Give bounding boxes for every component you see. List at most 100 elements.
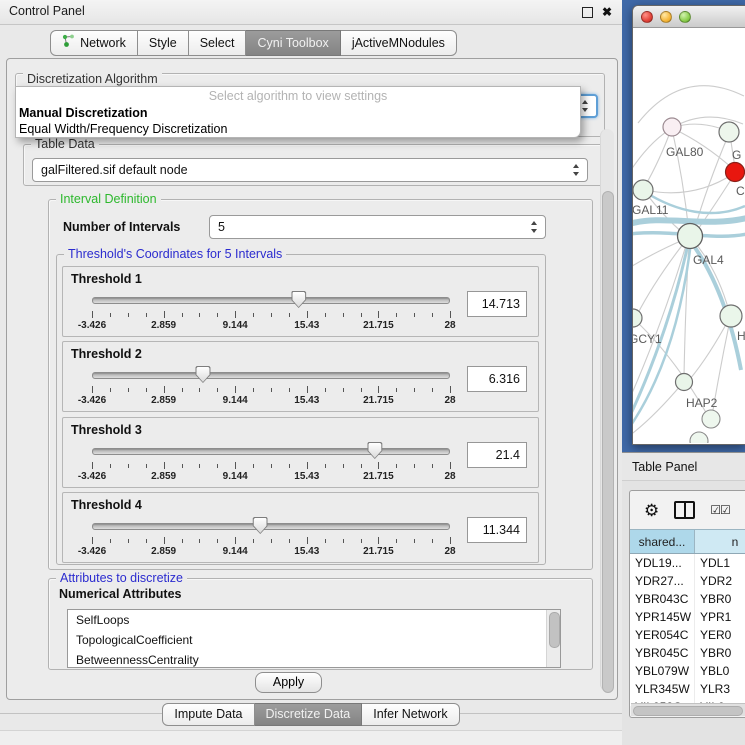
- list-scrollbar[interactable]: [546, 610, 560, 667]
- node[interactable]: [719, 122, 739, 142]
- node-gal11[interactable]: [633, 180, 653, 200]
- float-window-icon[interactable]: [582, 7, 593, 18]
- node-hap2[interactable]: [676, 374, 693, 391]
- list-item[interactable]: TopologicalCoefficient: [68, 630, 560, 650]
- table-cell-shared-name[interactable]: YER054C: [630, 626, 695, 644]
- slider-track[interactable]: [92, 372, 450, 379]
- node-label-partial-h: H: [737, 329, 745, 343]
- table-cell-name[interactable]: YBR0: [695, 644, 745, 662]
- node[interactable]: [702, 410, 720, 428]
- tab-label: Network: [80, 36, 126, 51]
- network-canvas[interactable]: GAL80 G C GAL11 GAL4 GCY1 H HAP2: [633, 28, 745, 444]
- list-item[interactable]: SelfLoops: [68, 610, 560, 630]
- table-row[interactable]: YPR145W YPR1: [630, 608, 745, 626]
- table-cell-shared-name[interactable]: YLR345W: [630, 680, 695, 698]
- panel-scrollbar-thumb[interactable]: [602, 191, 614, 693]
- slider-track[interactable]: [92, 523, 450, 530]
- table-row[interactable]: YBR043C YBR0: [630, 590, 745, 608]
- table-row[interactable]: YLR345W YLR3: [630, 680, 745, 698]
- column-header-name[interactable]: n: [695, 530, 745, 553]
- attributes-to-discretize-group: Attributes to discretize Numerical Attri…: [48, 578, 593, 670]
- table-row[interactable]: YDR27... YDR2: [630, 572, 745, 590]
- list-item[interactable]: BetweennessCentrality: [68, 650, 560, 668]
- threshold-value-field[interactable]: 6.316: [467, 366, 527, 392]
- table-row[interactable]: YBR045C YBR0: [630, 644, 745, 662]
- table-cell-shared-name[interactable]: YBR045C: [630, 644, 695, 662]
- table-cell-shared-name[interactable]: YBL079W: [630, 662, 695, 680]
- table-cell-name[interactable]: YDL1: [695, 554, 745, 572]
- number-of-intervals-combobox[interactable]: 5: [209, 215, 546, 239]
- table-cell-name[interactable]: YER0: [695, 626, 745, 644]
- tab-impute-data[interactable]: Impute Data: [162, 703, 254, 726]
- network-window-titlebar[interactable]: [633, 6, 745, 28]
- apply-button[interactable]: Apply: [255, 672, 322, 693]
- slider-thumb[interactable]: [367, 442, 382, 459]
- zoom-traffic-light-icon[interactable]: [679, 11, 691, 23]
- split-pane-icon[interactable]: [674, 501, 695, 519]
- table-row[interactable]: YER054C YER0: [630, 626, 745, 644]
- table-panel-title: Table Panel: [632, 460, 697, 474]
- threshold-value-field[interactable]: 21.4: [467, 442, 527, 468]
- tick-mark: [253, 313, 254, 317]
- list-scrollbar-thumb[interactable]: [549, 612, 560, 648]
- panel-scrollbar[interactable]: [600, 129, 614, 691]
- top-tab-bar: Network Style Select Cyni Toolbox jActiv…: [0, 30, 622, 56]
- node[interactable]: [690, 432, 708, 443]
- gear-icon[interactable]: ⚙: [644, 502, 659, 519]
- threshold-slider[interactable]: -3.4262.8599.14415.4321.71528: [92, 442, 450, 486]
- tick-label: 2.859: [151, 546, 176, 557]
- tab-network[interactable]: Network: [50, 30, 138, 56]
- tab-style[interactable]: Style: [138, 30, 189, 56]
- tab-cyni-toolbox[interactable]: Cyni Toolbox: [246, 30, 340, 56]
- spinner-icon: [531, 221, 538, 233]
- threshold-slider[interactable]: -3.4262.8599.14415.4321.71528: [92, 366, 450, 410]
- slider-track[interactable]: [92, 448, 450, 455]
- table-cell-name[interactable]: YBR0: [695, 590, 745, 608]
- threshold-slider[interactable]: -3.4262.8599.14415.4321.71528: [92, 517, 450, 561]
- table-cell-shared-name[interactable]: YDL19...: [630, 554, 695, 572]
- table-cell-name[interactable]: YBL0: [695, 662, 745, 680]
- table-data-combobox[interactable]: galFiltered.sif default node: [32, 158, 588, 182]
- threshold-panel: Threshold 2 -3.4262.8599.14415.4321.7152…: [62, 341, 539, 412]
- slider-track[interactable]: [92, 297, 450, 304]
- tab-select[interactable]: Select: [189, 30, 247, 56]
- node-gcy1[interactable]: [633, 309, 642, 327]
- table-cell-name[interactable]: YPR1: [695, 608, 745, 626]
- tab-infer-network[interactable]: Infer Network: [362, 703, 459, 726]
- tab-jactivemnodules[interactable]: jActiveMNodules: [341, 30, 457, 56]
- minimize-traffic-light-icon[interactable]: [660, 11, 672, 23]
- node-gal4[interactable]: [678, 224, 703, 249]
- table-cell-shared-name[interactable]: YBR043C: [630, 590, 695, 608]
- tick-mark: [271, 539, 272, 543]
- slider-thumb[interactable]: [195, 366, 210, 383]
- node-pink[interactable]: [663, 118, 681, 136]
- dropdown-option-manual-discretization[interactable]: Manual Discretization: [16, 105, 580, 121]
- table-cell-shared-name[interactable]: YDR27...: [630, 572, 695, 590]
- table-h-scrollbar[interactable]: [631, 703, 745, 716]
- dropdown-option-equal-width-frequency[interactable]: Equal Width/Frequency Discretization: [16, 121, 580, 137]
- desktop-background: GAL80 G C GAL11 GAL4 GCY1 H HAP2: [622, 0, 745, 453]
- threshold-slider[interactable]: -3.4262.8599.14415.4321.71528: [92, 291, 450, 335]
- node-selected-red[interactable]: [726, 163, 745, 182]
- numerical-attributes-list[interactable]: SelfLoopsTopologicalCoefficientBetweenne…: [67, 609, 561, 668]
- close-icon[interactable]: ✖: [602, 6, 612, 18]
- node-label-gcy1: GCY1: [633, 332, 662, 346]
- table-row[interactable]: YDL19... YDL1: [630, 554, 745, 572]
- close-traffic-light-icon[interactable]: [641, 11, 653, 23]
- tick-mark: [217, 464, 218, 468]
- table-cell-name[interactable]: YLR3: [695, 680, 745, 698]
- node[interactable]: [720, 305, 742, 327]
- table-row[interactable]: YBL079W YBL0: [630, 662, 745, 680]
- threshold-value-field[interactable]: 11.344: [467, 517, 527, 543]
- column-header-shared-name[interactable]: shared...: [630, 530, 695, 553]
- table-cell-shared-name[interactable]: YPR145W: [630, 608, 695, 626]
- tick-label: 9.144: [223, 471, 248, 482]
- tick-label: 15.43: [294, 471, 319, 482]
- checkbox-icons[interactable]: ☑☑: [710, 504, 730, 516]
- threshold-value-field[interactable]: 14.713: [467, 291, 527, 317]
- tab-discretize-data[interactable]: Discretize Data: [255, 703, 363, 726]
- slider-thumb[interactable]: [253, 517, 268, 534]
- table-cell-name[interactable]: YDR2: [695, 572, 745, 590]
- slider-thumb[interactable]: [291, 291, 306, 308]
- table-h-scrollbar-thumb[interactable]: [633, 706, 743, 716]
